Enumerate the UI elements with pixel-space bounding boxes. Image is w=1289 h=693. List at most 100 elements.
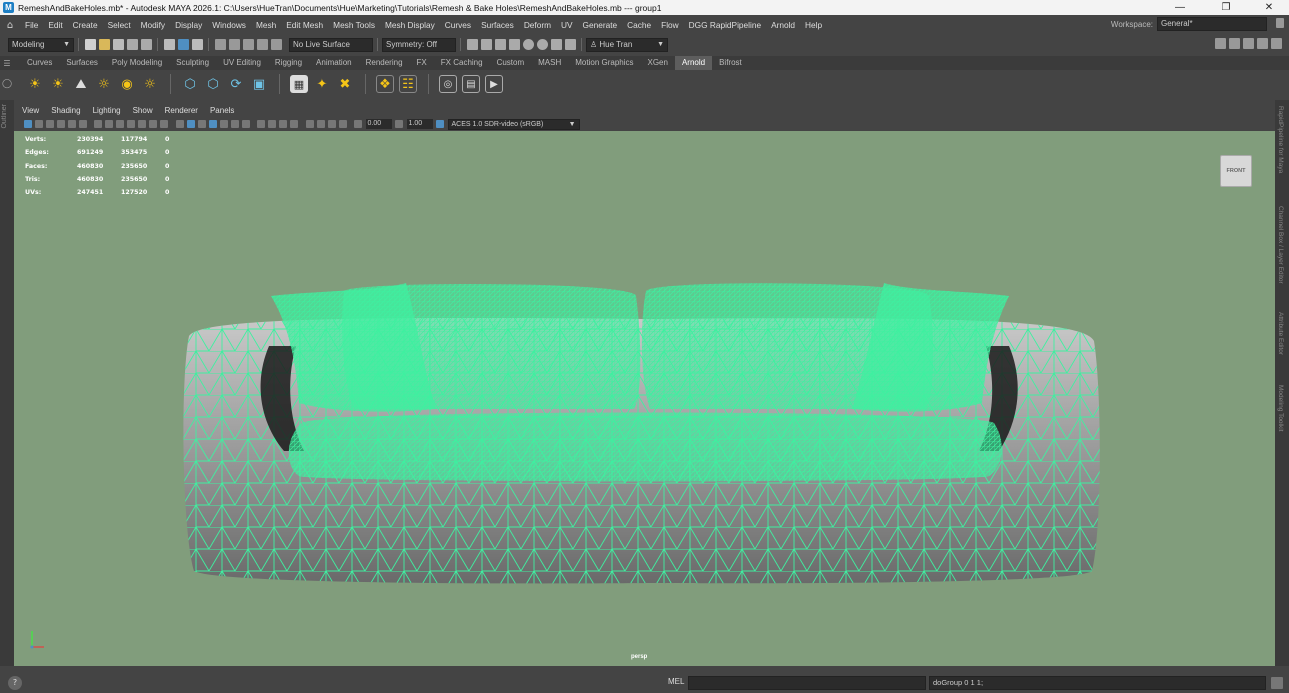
script-editor-icon[interactable] — [1271, 677, 1283, 689]
render-current-frame-icon[interactable] — [466, 39, 478, 50]
make-live-icon[interactable] — [270, 39, 282, 50]
xray-components-icon[interactable] — [338, 120, 347, 128]
render-settings-icon[interactable] — [494, 39, 506, 50]
shelf-tab-xgen[interactable]: XGen — [641, 56, 675, 70]
menu-cache[interactable]: Cache — [622, 20, 656, 30]
preview-icon[interactable]: ◎ — [439, 75, 457, 93]
hypershade-icon[interactable] — [508, 39, 520, 50]
shelf-tab-poly-modeling[interactable]: Poly Modeling — [105, 56, 169, 70]
wireframe-icon[interactable] — [175, 120, 184, 128]
smooth-shade-icon[interactable] — [186, 120, 195, 128]
curve-collector-icon[interactable]: ⟳ — [227, 75, 245, 93]
shelf-tab-uv-editing[interactable]: UV Editing — [216, 56, 268, 70]
multisample-aa-icon[interactable] — [279, 120, 287, 128]
shelf-tab-mash[interactable]: MASH — [531, 56, 568, 70]
image-plane-icon[interactable] — [56, 120, 65, 128]
film-gate-icon[interactable] — [105, 120, 113, 128]
shelf-tab-sculpting[interactable]: Sculpting — [169, 56, 216, 70]
redo-icon[interactable] — [140, 39, 152, 50]
attribute-editor-toggle-icon[interactable] — [1228, 38, 1240, 49]
shelf-tab-arnold[interactable]: Arnold — [674, 56, 713, 70]
shelf-tab-animation[interactable]: Animation — [309, 56, 359, 70]
undo-icon[interactable] — [126, 39, 138, 50]
menu-edit[interactable]: Edit — [43, 20, 67, 30]
ipr-render-icon[interactable] — [480, 39, 492, 50]
lock-icon[interactable] — [1276, 18, 1284, 28]
skydome-light-icon[interactable]: ☼ — [95, 75, 113, 93]
select-by-hierarchy-icon[interactable] — [163, 39, 175, 50]
new-scene-icon[interactable] — [84, 39, 96, 50]
physical-sky-icon[interactable]: ◉ — [118, 75, 136, 93]
open-scene-icon[interactable] — [98, 39, 110, 50]
photometric-light-icon[interactable]: ⛰ — [72, 75, 90, 93]
resolution-gate-icon[interactable] — [116, 120, 124, 128]
default-material-icon[interactable] — [197, 120, 206, 128]
snap-point-icon[interactable] — [242, 39, 254, 50]
menu-deform[interactable]: Deform — [519, 20, 556, 30]
xray-joints-icon[interactable] — [327, 120, 336, 128]
modeling-toolkit-toggle-icon[interactable] — [1214, 38, 1226, 49]
shelf-tab-fx-caching[interactable]: FX Caching — [434, 56, 490, 70]
minimize-icon[interactable]: — — [1160, 0, 1200, 15]
bookmark-icon[interactable] — [45, 120, 54, 128]
panel-menu-shading[interactable]: Shading — [45, 106, 86, 115]
panel-menu-renderer[interactable]: Renderer — [159, 106, 204, 115]
menu-create[interactable]: Create — [68, 20, 103, 30]
shelf-tab-motion-graphics[interactable]: Motion Graphics — [568, 56, 640, 70]
close-icon[interactable]: ✕ — [1249, 0, 1289, 15]
light-manager-icon[interactable]: ☷ — [399, 75, 417, 93]
snapshot-icon[interactable] — [550, 39, 562, 50]
menu-help[interactable]: Help — [800, 20, 827, 30]
area-light-icon[interactable]: ☀ — [26, 75, 44, 93]
exposure-field[interactable]: 0.00 — [365, 119, 392, 129]
menu-dgg-rapidpipeline[interactable]: DGG RapidPipeline — [684, 20, 766, 30]
command-input[interactable] — [688, 676, 926, 690]
isolate-select-icon[interactable] — [305, 120, 314, 128]
panel-menu-view[interactable]: View — [16, 106, 45, 115]
shadows-icon[interactable] — [241, 120, 250, 128]
menu-mesh-display[interactable]: Mesh Display — [380, 20, 440, 30]
safe-action-icon[interactable] — [149, 120, 157, 128]
save-scene-icon[interactable] — [112, 39, 124, 50]
gate-mask-icon[interactable] — [127, 120, 135, 128]
mesh-light-icon[interactable]: ☀ — [49, 75, 67, 93]
view-transform-dropdown[interactable]: ACES 1.0 SDR-video (sRGB) ▼ — [447, 118, 580, 130]
volume-icon[interactable]: ⬡ — [204, 75, 222, 93]
viewport-3d[interactable]: Verts: 230394 117794 0 Edges: 691249 353… — [14, 131, 1275, 666]
menu-arnold[interactable]: Arnold — [766, 20, 800, 30]
symmetry-dropdown[interactable]: Symmetry: Off — [382, 37, 456, 52]
standin-icon[interactable]: ⬡ — [181, 75, 199, 93]
shelf-tab-fx[interactable]: FX — [410, 56, 434, 70]
pause-render-icon[interactable] — [564, 39, 576, 50]
menu-mesh-tools[interactable]: Mesh Tools — [328, 20, 380, 30]
textured-icon[interactable] — [219, 120, 228, 128]
render-box-icon[interactable]: ▣ — [250, 75, 268, 93]
shelf-menu-icon[interactable]: ☰ — [0, 59, 14, 68]
shelf-tab-custom[interactable]: Custom — [490, 56, 532, 70]
restore-icon[interactable]: ❐ — [1206, 0, 1246, 15]
two-d-pan-icon[interactable] — [67, 120, 76, 128]
safe-title-icon[interactable] — [160, 120, 168, 128]
menu-curves[interactable]: Curves — [440, 20, 476, 30]
screen-space-ao-icon[interactable] — [257, 120, 265, 128]
menu-set-dropdown[interactable]: Modeling ▼ — [8, 37, 74, 52]
channel-box-tab[interactable]: Channel Box / Layer Editor — [1277, 206, 1284, 284]
wireframe-on-shaded-icon[interactable] — [208, 120, 217, 128]
arnold-render-view-icon[interactable] — [522, 39, 534, 50]
grid-icon[interactable] — [94, 120, 102, 128]
menu-flow[interactable]: Flow — [656, 20, 684, 30]
modeling-toolkit-tab[interactable]: Modeling Toolkit — [1277, 385, 1284, 432]
light-portal-icon[interactable]: ☼ — [141, 75, 159, 93]
attribute-editor-tab[interactable]: Attribute Editor — [1277, 312, 1284, 355]
menu-surfaces[interactable]: Surfaces — [476, 20, 519, 30]
view-cube[interactable]: FRONT — [1220, 155, 1252, 187]
panel-menu-show[interactable]: Show — [127, 106, 159, 115]
play-render-icon[interactable]: ▶ — [485, 75, 503, 93]
depth-of-field-icon[interactable] — [290, 120, 298, 128]
render-view-icon[interactable]: ▦ — [290, 75, 308, 93]
render-log-icon[interactable]: ▤ — [462, 75, 480, 93]
xray-icon[interactable] — [316, 120, 325, 128]
rapidpipeline-tab[interactable]: RapidPipeline for Maya — [1277, 106, 1284, 173]
menu-mesh[interactable]: Mesh — [251, 20, 281, 30]
flush-caches-icon[interactable]: ✖ — [336, 75, 354, 93]
